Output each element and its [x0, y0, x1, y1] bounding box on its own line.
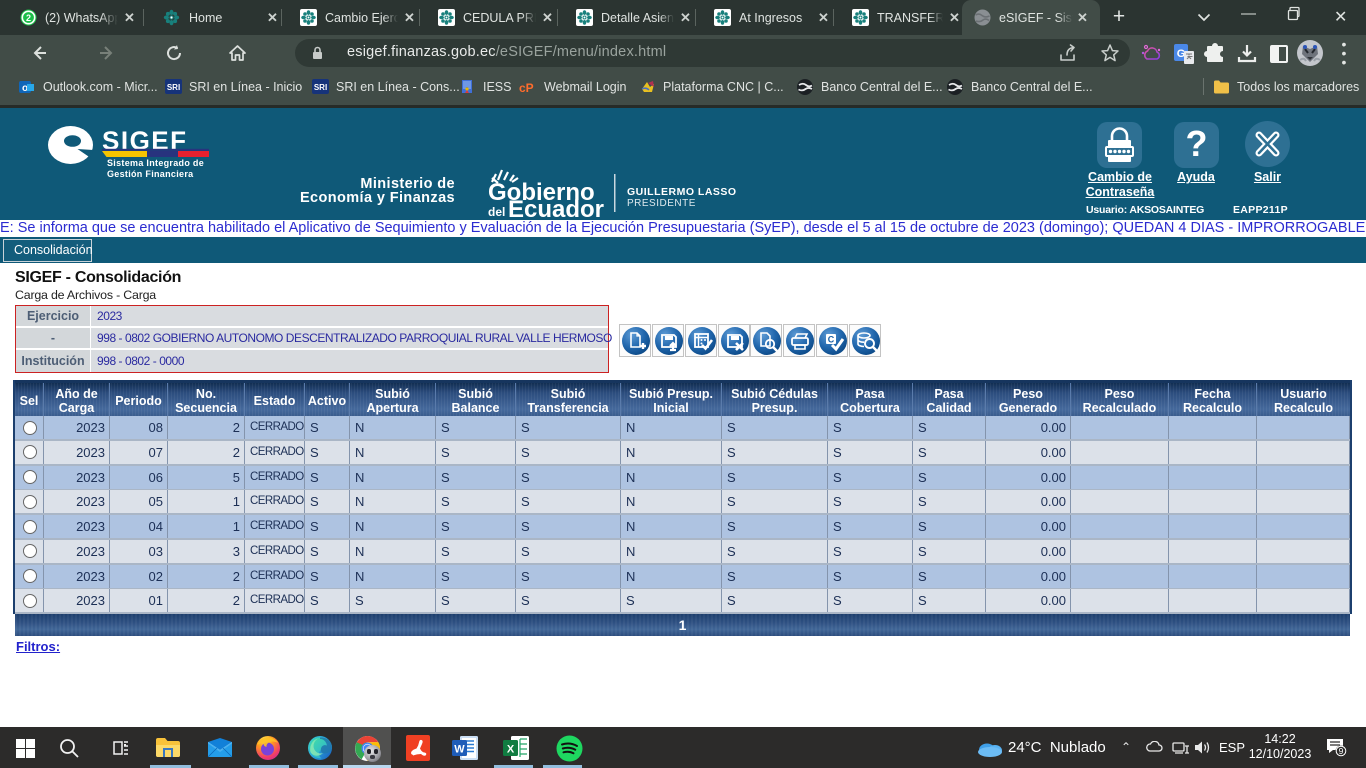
- svg-text:Sistema Integrado de: Sistema Integrado de: [107, 158, 204, 168]
- svg-text:del: del: [488, 205, 505, 218]
- svg-text:W: W: [454, 744, 465, 756]
- svg-text:GUILLERMO LASSO: GUILLERMO LASSO: [627, 186, 737, 198]
- svg-text:Ecuador: Ecuador: [508, 196, 604, 218]
- svg-text:G: G: [1177, 48, 1186, 60]
- svg-text:X: X: [507, 744, 515, 756]
- svg-text:2: 2: [26, 13, 31, 23]
- svg-text:PRESIDENTE: PRESIDENTE: [627, 198, 696, 209]
- svg-text:9: 9: [1339, 746, 1344, 756]
- svg-text:cP: cP: [519, 81, 534, 93]
- svg-text:Gestión Financiera: Gestión Financiera: [107, 169, 194, 179]
- svg-text:SRI: SRI: [167, 83, 180, 92]
- svg-text:C: C: [828, 335, 835, 345]
- svg-text:SRI: SRI: [314, 83, 327, 92]
